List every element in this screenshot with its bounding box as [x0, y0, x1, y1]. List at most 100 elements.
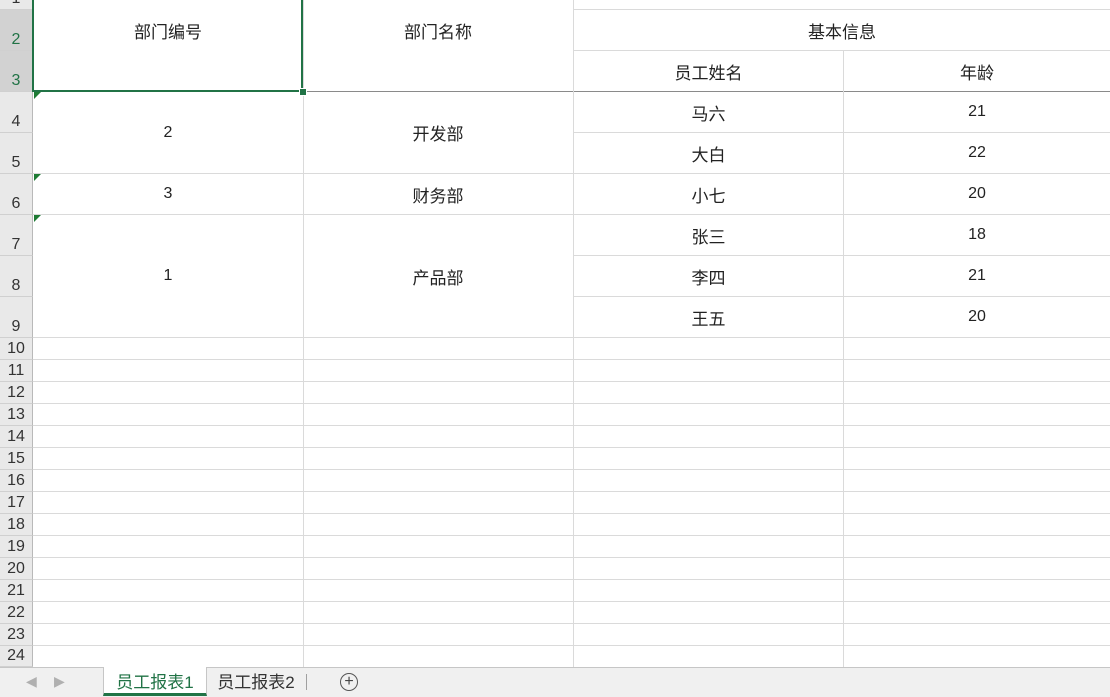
row-number: 17	[7, 494, 25, 511]
cell-text: 张三	[691, 227, 726, 247]
cell-text: 22	[968, 144, 986, 161]
header-cell-basic-info[interactable]: 基本信息	[574, 10, 1110, 50]
row-header-15[interactable]: 15	[0, 448, 33, 470]
header-cell-age[interactable]: 年龄	[844, 51, 1110, 91]
row-number: 19	[7, 538, 25, 555]
employee-age-cell[interactable]: 20	[844, 174, 1110, 214]
fill-handle[interactable]	[299, 88, 307, 96]
row-number: 11	[7, 362, 25, 379]
row-number: 20	[7, 560, 25, 577]
sheet-tab-2[interactable]: 员工报表2	[207, 667, 305, 693]
row-header-1[interactable]: 1	[0, 0, 33, 10]
error-indicator-icon[interactable]	[34, 215, 41, 222]
add-sheet-icon[interactable]: +	[340, 673, 358, 691]
row-header-8[interactable]: 8	[0, 256, 33, 297]
employee-age-cell[interactable]: 21	[844, 256, 1110, 296]
row-number: 24	[7, 647, 25, 664]
row-header-21[interactable]: 21	[0, 580, 33, 602]
row-header-23[interactable]: 23	[0, 624, 33, 646]
cell-text: 王五	[691, 309, 726, 329]
dept-name-cell[interactable]: 产品部	[304, 215, 572, 337]
gridline	[33, 337, 1110, 338]
employee-name-cell[interactable]: 大白	[574, 133, 843, 173]
employee-name-cell[interactable]: 小七	[574, 174, 843, 214]
gridline	[33, 557, 1110, 558]
row-header-17[interactable]: 17	[0, 492, 33, 514]
gridline	[33, 513, 1110, 514]
row-header-24[interactable]: 24	[0, 646, 33, 667]
employee-name-cell[interactable]: 王五	[574, 297, 843, 337]
row-header-5[interactable]: 5	[0, 133, 33, 174]
cell-text: 大白	[691, 145, 726, 165]
error-indicator-icon[interactable]	[34, 92, 41, 99]
dept-id-cell[interactable]: 1	[34, 215, 302, 337]
row-header-20[interactable]: 20	[0, 558, 33, 580]
employee-age-cell[interactable]: 20	[844, 297, 1110, 337]
row-header-6[interactable]: 6	[0, 174, 33, 215]
header-cell-dept-name[interactable]: 部门名称	[304, 0, 572, 91]
gridline	[33, 359, 1110, 360]
dept-id-cell[interactable]: 3	[34, 174, 302, 214]
cell-text: 21	[968, 267, 986, 284]
row-header-9[interactable]: 9	[0, 297, 33, 338]
row-header-2[interactable]: 2	[0, 10, 33, 51]
employee-age-cell[interactable]: 21	[844, 92, 1110, 132]
dept-name-cell[interactable]: 财务部	[304, 174, 572, 214]
row-header-11[interactable]: 11	[0, 360, 33, 382]
gridline	[33, 381, 1110, 382]
cell-text: 2	[163, 123, 173, 141]
cell-text: 李四	[691, 268, 726, 288]
cell-text: 1	[163, 267, 173, 284]
scroll-tabs-right-icon[interactable]: ▶	[54, 673, 65, 690]
spreadsheet-grid[interactable]: 1 2 3 4 5 6 7 8 9 10 11 12 13 14 15 16 1…	[0, 0, 1110, 667]
gridline	[33, 645, 1110, 646]
row-header-4[interactable]: 4	[0, 92, 33, 133]
sheet-tab-label: 员工报表2	[217, 672, 295, 692]
cell-text: 开发部	[412, 125, 464, 144]
employee-name-cell[interactable]: 马六	[574, 92, 843, 132]
row-number: 22	[7, 604, 25, 621]
gridline	[33, 491, 1110, 492]
cell-text: 年龄	[960, 63, 994, 83]
add-sheet-glyph: +	[344, 673, 354, 690]
employee-name-cell[interactable]: 张三	[574, 215, 843, 255]
header-cell-employee-name[interactable]: 员工姓名	[574, 51, 843, 91]
cell-text: 产品部	[412, 268, 464, 288]
row-header-7[interactable]: 7	[0, 215, 33, 256]
row-number: 6	[11, 195, 21, 212]
cell-text: 基本信息	[808, 22, 876, 42]
tab-divider	[306, 674, 307, 690]
cell-text: 3	[163, 185, 173, 202]
gridline	[33, 535, 1110, 536]
row-number: 16	[7, 472, 25, 489]
sheet-tab-label: 员工报表1	[116, 672, 194, 692]
active-cell-selection	[32, 0, 303, 92]
row-header-12[interactable]: 12	[0, 382, 33, 404]
row-number: 7	[11, 236, 21, 253]
row-number: 23	[7, 626, 25, 643]
employee-age-cell[interactable]: 18	[844, 215, 1110, 255]
row-header-3[interactable]: 3	[0, 51, 33, 92]
row-header-22[interactable]: 22	[0, 602, 33, 624]
row-number: 15	[7, 450, 25, 467]
dept-name-cell[interactable]: 开发部	[304, 92, 572, 173]
dept-id-cell[interactable]: 2	[34, 92, 302, 173]
row-number: 8	[11, 277, 21, 294]
error-indicator-icon[interactable]	[34, 174, 41, 181]
row-number: 1	[12, 0, 21, 8]
gridline	[33, 469, 1110, 470]
employee-name-cell[interactable]: 李四	[574, 256, 843, 296]
row-header-18[interactable]: 18	[0, 514, 33, 536]
sheet-tab-1[interactable]: 员工报表1	[103, 667, 207, 696]
row-header-10[interactable]: 10	[0, 338, 33, 360]
employee-age-cell[interactable]: 22	[844, 133, 1110, 173]
row-header-13[interactable]: 13	[0, 404, 33, 426]
row-header-19[interactable]: 19	[0, 536, 33, 558]
cell-text: 部门名称	[404, 23, 472, 42]
row-header-16[interactable]: 16	[0, 470, 33, 492]
row-number: 12	[7, 384, 25, 401]
scroll-tabs-left-icon[interactable]: ◀	[26, 673, 37, 690]
row-header-14[interactable]: 14	[0, 426, 33, 448]
row-number: 21	[7, 582, 25, 599]
gridline	[33, 425, 1110, 426]
